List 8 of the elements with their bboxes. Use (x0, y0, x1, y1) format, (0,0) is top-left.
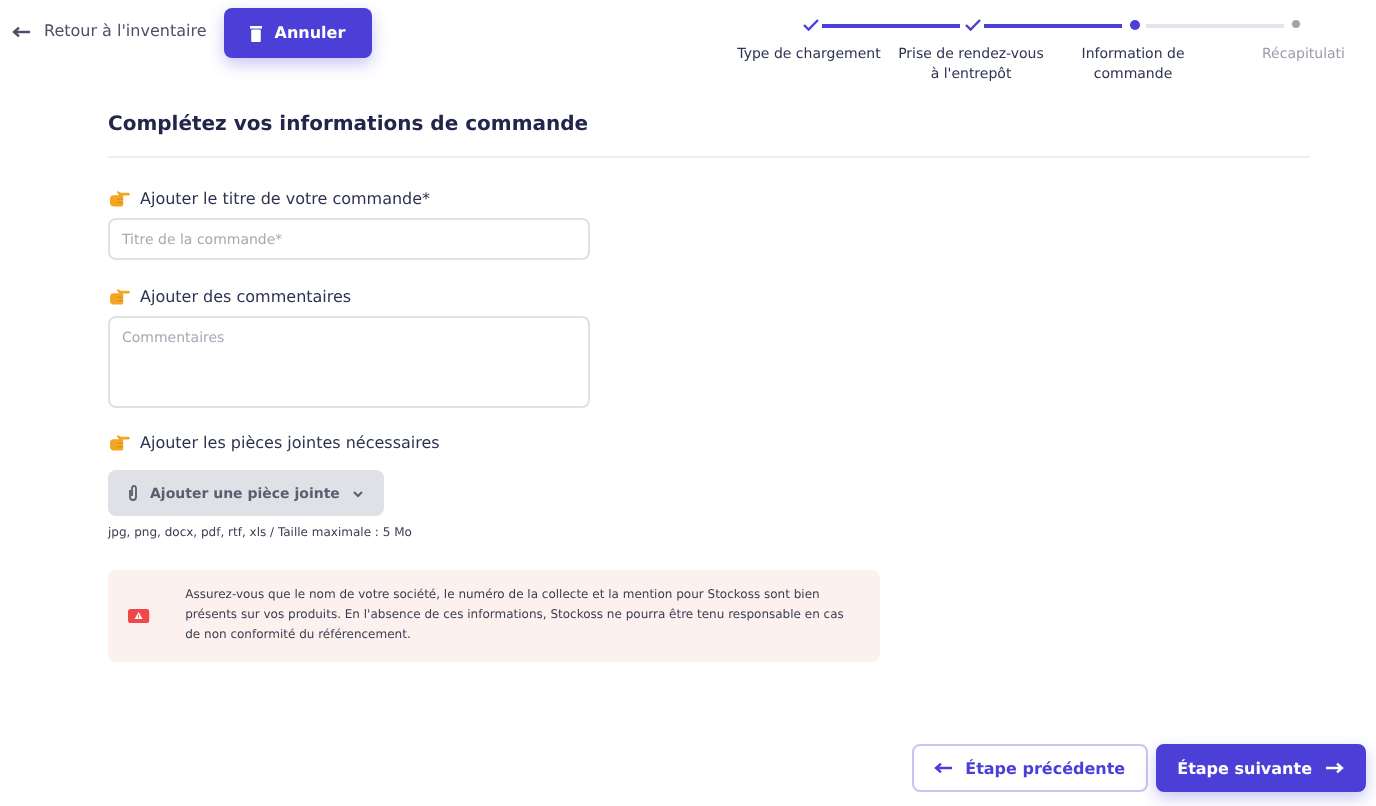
page-heading: Complétez vos informations de commande (108, 114, 591, 136)
previous-step-button[interactable]: Étape précédente (911, 744, 1148, 792)
next-step-button[interactable]: Étape suivante (1155, 744, 1366, 792)
field-label: Ajouter des commentaires (140, 288, 352, 306)
back-link[interactable]: Retour à l'inventaire (12, 22, 207, 40)
cancel-button[interactable]: Annuler (224, 8, 372, 58)
field-label: Ajouter les pièces jointes nécessaires (140, 434, 440, 452)
field-label: Ajouter le titre de votre commande* (140, 190, 431, 208)
